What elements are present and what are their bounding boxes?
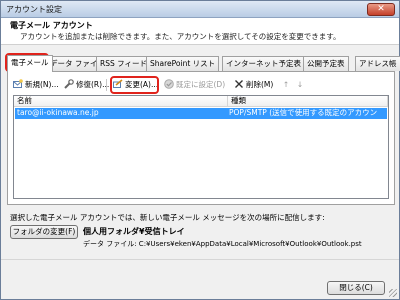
move-up-button[interactable]: ↑ (282, 78, 290, 92)
set-default-button[interactable]: 既定に設定(D) (164, 78, 225, 92)
wrench-icon (64, 79, 74, 89)
new-mail-icon (13, 79, 23, 89)
column-header-type[interactable]: 種類 (228, 96, 388, 107)
delivery-folder-name: 個人用フォルダ¥受信トレイ (83, 227, 185, 236)
delete-account-label: 削除(M) (246, 80, 274, 89)
delivery-info-text: 選択した電子メール アカウントでは、新しい電子メール メッセージを次の場所に配信… (10, 213, 325, 222)
move-down-button[interactable]: ↓ (296, 78, 304, 92)
account-settings-window: アカウント設定 ✕ 電子メール アカウント アカウントを追加または削除できます。… (0, 0, 400, 300)
tab-internet-calendars[interactable]: インターネット予定表 (222, 56, 305, 71)
change-account-label: 変更(A)... (125, 80, 159, 89)
new-account-button[interactable]: 新規(N)... (13, 78, 59, 92)
data-file-path: データ ファイル: C:¥Users¥eken¥AppData¥Local¥Mi… (83, 240, 362, 248)
title-bar: アカウント設定 ✕ (1, 1, 399, 18)
account-name-cell: taro@ii-okinawa.ne.jp (17, 108, 99, 117)
delete-account-button[interactable]: 削除(M) (234, 78, 273, 92)
header-subtitle: アカウントを追加または削除できます。また、アカウントを選択してその設定を変更でき… (20, 32, 341, 41)
new-account-label: 新規(N)... (25, 80, 59, 89)
repair-account-label: 修復(R)... (76, 80, 110, 89)
tab-address-books[interactable]: アドレス帳 (355, 56, 400, 71)
email-tab-panel: 新規(N)... 修復(R)... 変更(A)... 既定に設定(D) 削除(M… (7, 71, 395, 205)
repair-account-button[interactable]: 修復(R)... (64, 78, 109, 92)
table-row[interactable]: taro@ii-okinawa.ne.jp POP/SMTP (送信で使用する既… (15, 108, 387, 127)
tab-published-calendars[interactable]: 公開予定表 (303, 56, 349, 71)
change-account-button[interactable]: 変更(A)... (113, 78, 158, 92)
check-circle-icon (164, 79, 174, 89)
account-toolbar: 新規(N)... 修復(R)... 変更(A)... 既定に設定(D) 削除(M… (13, 76, 389, 94)
toolbar-separator (106, 79, 107, 91)
dialog-header: 電子メール アカウント アカウントを追加または削除できます。また、アカウントを選… (1, 18, 399, 45)
column-header-name[interactable]: 名前 (14, 96, 228, 107)
close-window-button[interactable]: ✕ (367, 3, 395, 16)
account-list[interactable]: 名前 種類 taro@ii-okinawa.ne.jp POP/SMTP (送信… (13, 95, 389, 199)
tab-email[interactable]: 電子メール (7, 55, 53, 72)
window-title: アカウント設定 (6, 5, 62, 14)
set-default-label: 既定に設定(D) (176, 80, 226, 89)
change-settings-icon (113, 79, 123, 89)
delete-x-icon (234, 79, 244, 89)
tab-sharepoint-lists[interactable]: SharePoint リスト (146, 56, 220, 71)
change-folder-button[interactable]: フォルダの変更(F) (10, 225, 78, 239)
footer-divider (1, 259, 399, 260)
resize-grip-icon[interactable] (389, 289, 397, 297)
account-type-cell: POP/SMTP (送信で使用する既定のアカウント) (229, 108, 378, 127)
tab-strip: 電子メール データ ファイル RSS フィード SharePoint リスト イ… (5, 53, 400, 72)
header-title: 電子メール アカウント (10, 21, 93, 30)
tab-rss-feeds[interactable]: RSS フィード (96, 56, 151, 71)
close-button[interactable]: 閉じる(C) (327, 281, 385, 295)
